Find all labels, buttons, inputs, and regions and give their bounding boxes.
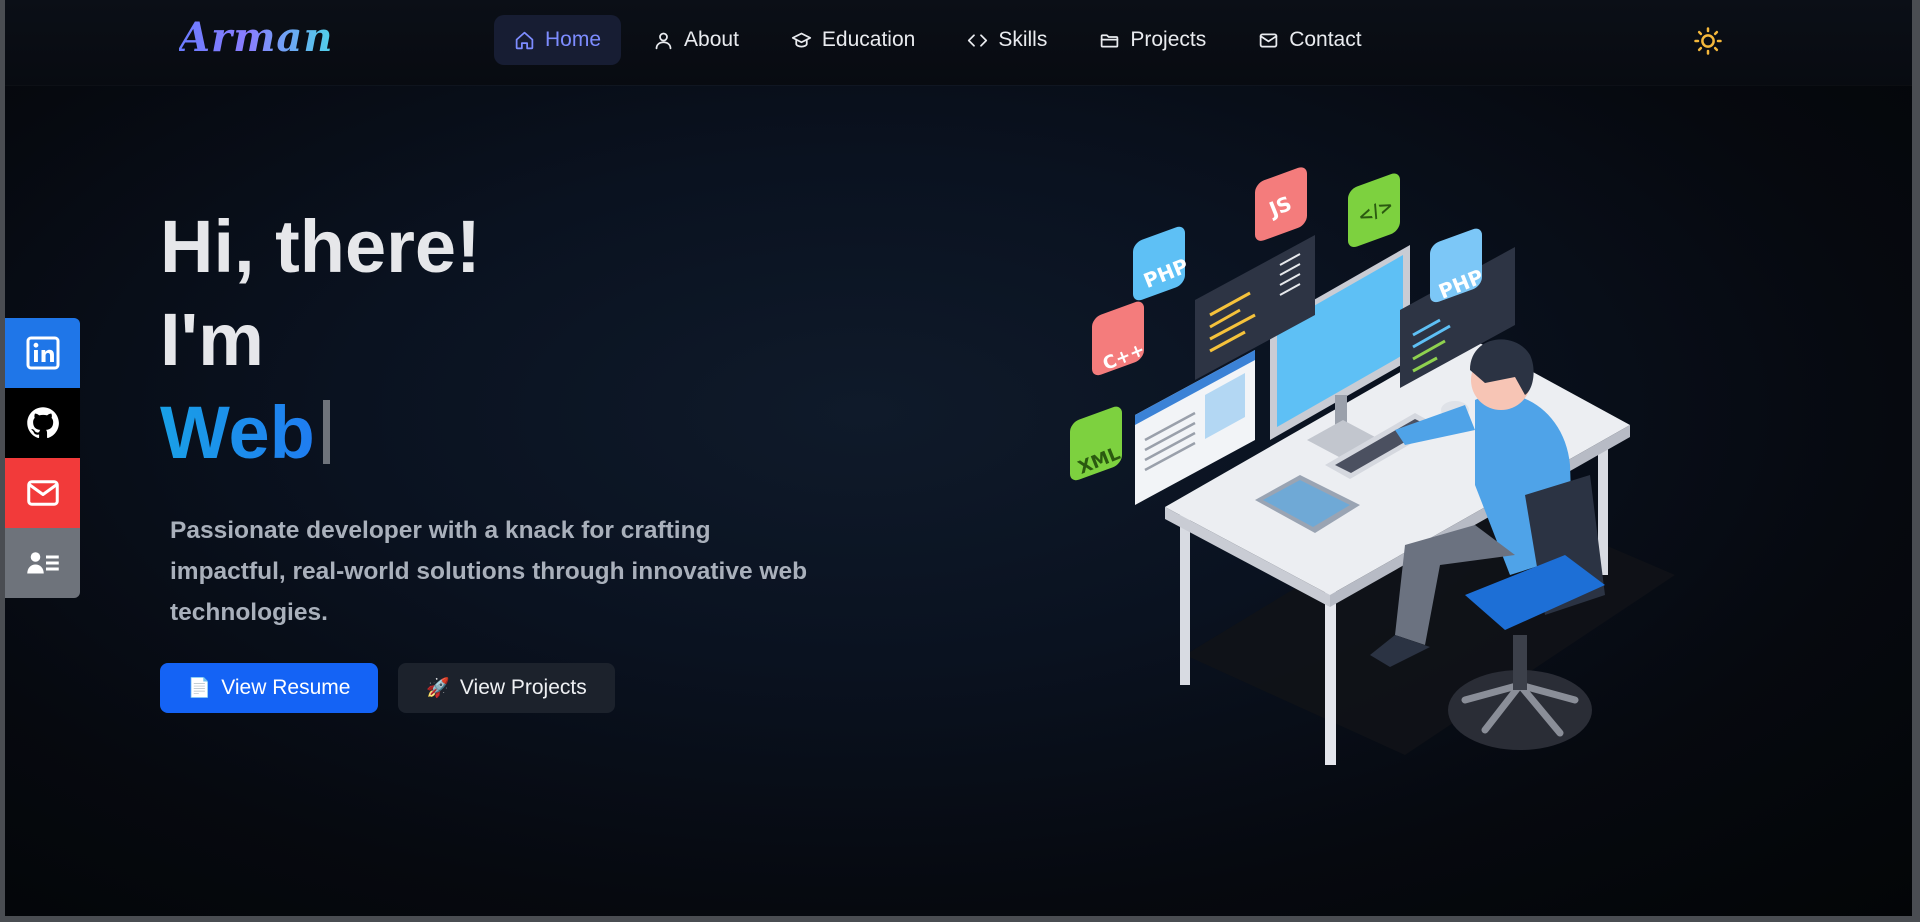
github-icon	[26, 407, 59, 439]
nav-home[interactable]: Home	[494, 15, 622, 65]
mail-icon	[1259, 33, 1278, 47]
nav-projects[interactable]: Projects	[1079, 15, 1226, 65]
badge-js: JS	[1255, 167, 1307, 241]
linkedin-link[interactable]	[5, 318, 80, 388]
github-link[interactable]	[5, 388, 80, 458]
nav-skills[interactable]: Skills	[947, 15, 1067, 65]
graduation-cap-icon	[791, 32, 812, 47]
developer-illustration: PHP JS </> PHP C++ XML	[1070, 167, 1675, 765]
hero-heading: Hi, there! I'm Web	[160, 200, 481, 479]
home-icon	[515, 31, 534, 49]
linkedin-icon	[26, 336, 59, 370]
nav-contact-label: Contact	[1289, 28, 1362, 51]
nav-education[interactable]: Education	[771, 15, 935, 65]
user-icon	[655, 32, 672, 49]
sun-icon	[1694, 27, 1722, 55]
document-icon: 📄	[187, 678, 212, 699]
badge-php-left: PHP	[1133, 226, 1192, 301]
hero-line-2: I'm	[160, 298, 264, 381]
typed-role-text: Web	[160, 391, 315, 474]
badge-cpp: C++	[1092, 301, 1148, 376]
nav-education-label: Education	[821, 28, 916, 51]
email-link[interactable]	[5, 458, 80, 528]
nav-projects-label: Projects	[1130, 28, 1207, 51]
badge-xml: XML	[1070, 406, 1123, 481]
page-frame: Arman Home About Education Skills Projec…	[5, 0, 1912, 916]
social-sidebar	[5, 318, 80, 598]
nav-about-label: About	[684, 28, 739, 51]
mail-icon	[26, 480, 59, 506]
nav-contact[interactable]: Contact	[1238, 15, 1381, 65]
view-projects-button[interactable]: 🚀 View Projects	[398, 663, 615, 713]
view-resume-label: View Resume	[221, 676, 351, 699]
site-logo[interactable]: Arman	[179, 14, 333, 61]
nav-skills-label: Skills	[998, 28, 1048, 51]
hero-description: Passionate developer with a knack for cr…	[170, 517, 808, 626]
hero-line-3: Web	[160, 386, 481, 479]
folder-icon	[1101, 33, 1119, 47]
top-nav: Arman Home About Education Skills Projec…	[5, 0, 1912, 85]
rocket-icon: 🚀	[426, 678, 450, 699]
view-projects-label: View Projects	[459, 676, 587, 699]
resume-link[interactable]	[5, 528, 80, 598]
hero-line-1: Hi, there!	[160, 205, 481, 288]
nav-links: Home About Education Skills Projects Con…	[494, 15, 1394, 65]
contact-card-icon	[26, 552, 59, 574]
view-resume-button[interactable]: 📄 View Resume	[160, 663, 378, 713]
nav-home-label: Home	[545, 28, 602, 51]
nav-about[interactable]: About	[633, 15, 759, 65]
typing-cursor	[322, 400, 330, 464]
badge-html: </>	[1348, 173, 1400, 248]
theme-toggle-button[interactable]	[1693, 26, 1723, 56]
code-icon	[968, 33, 988, 47]
